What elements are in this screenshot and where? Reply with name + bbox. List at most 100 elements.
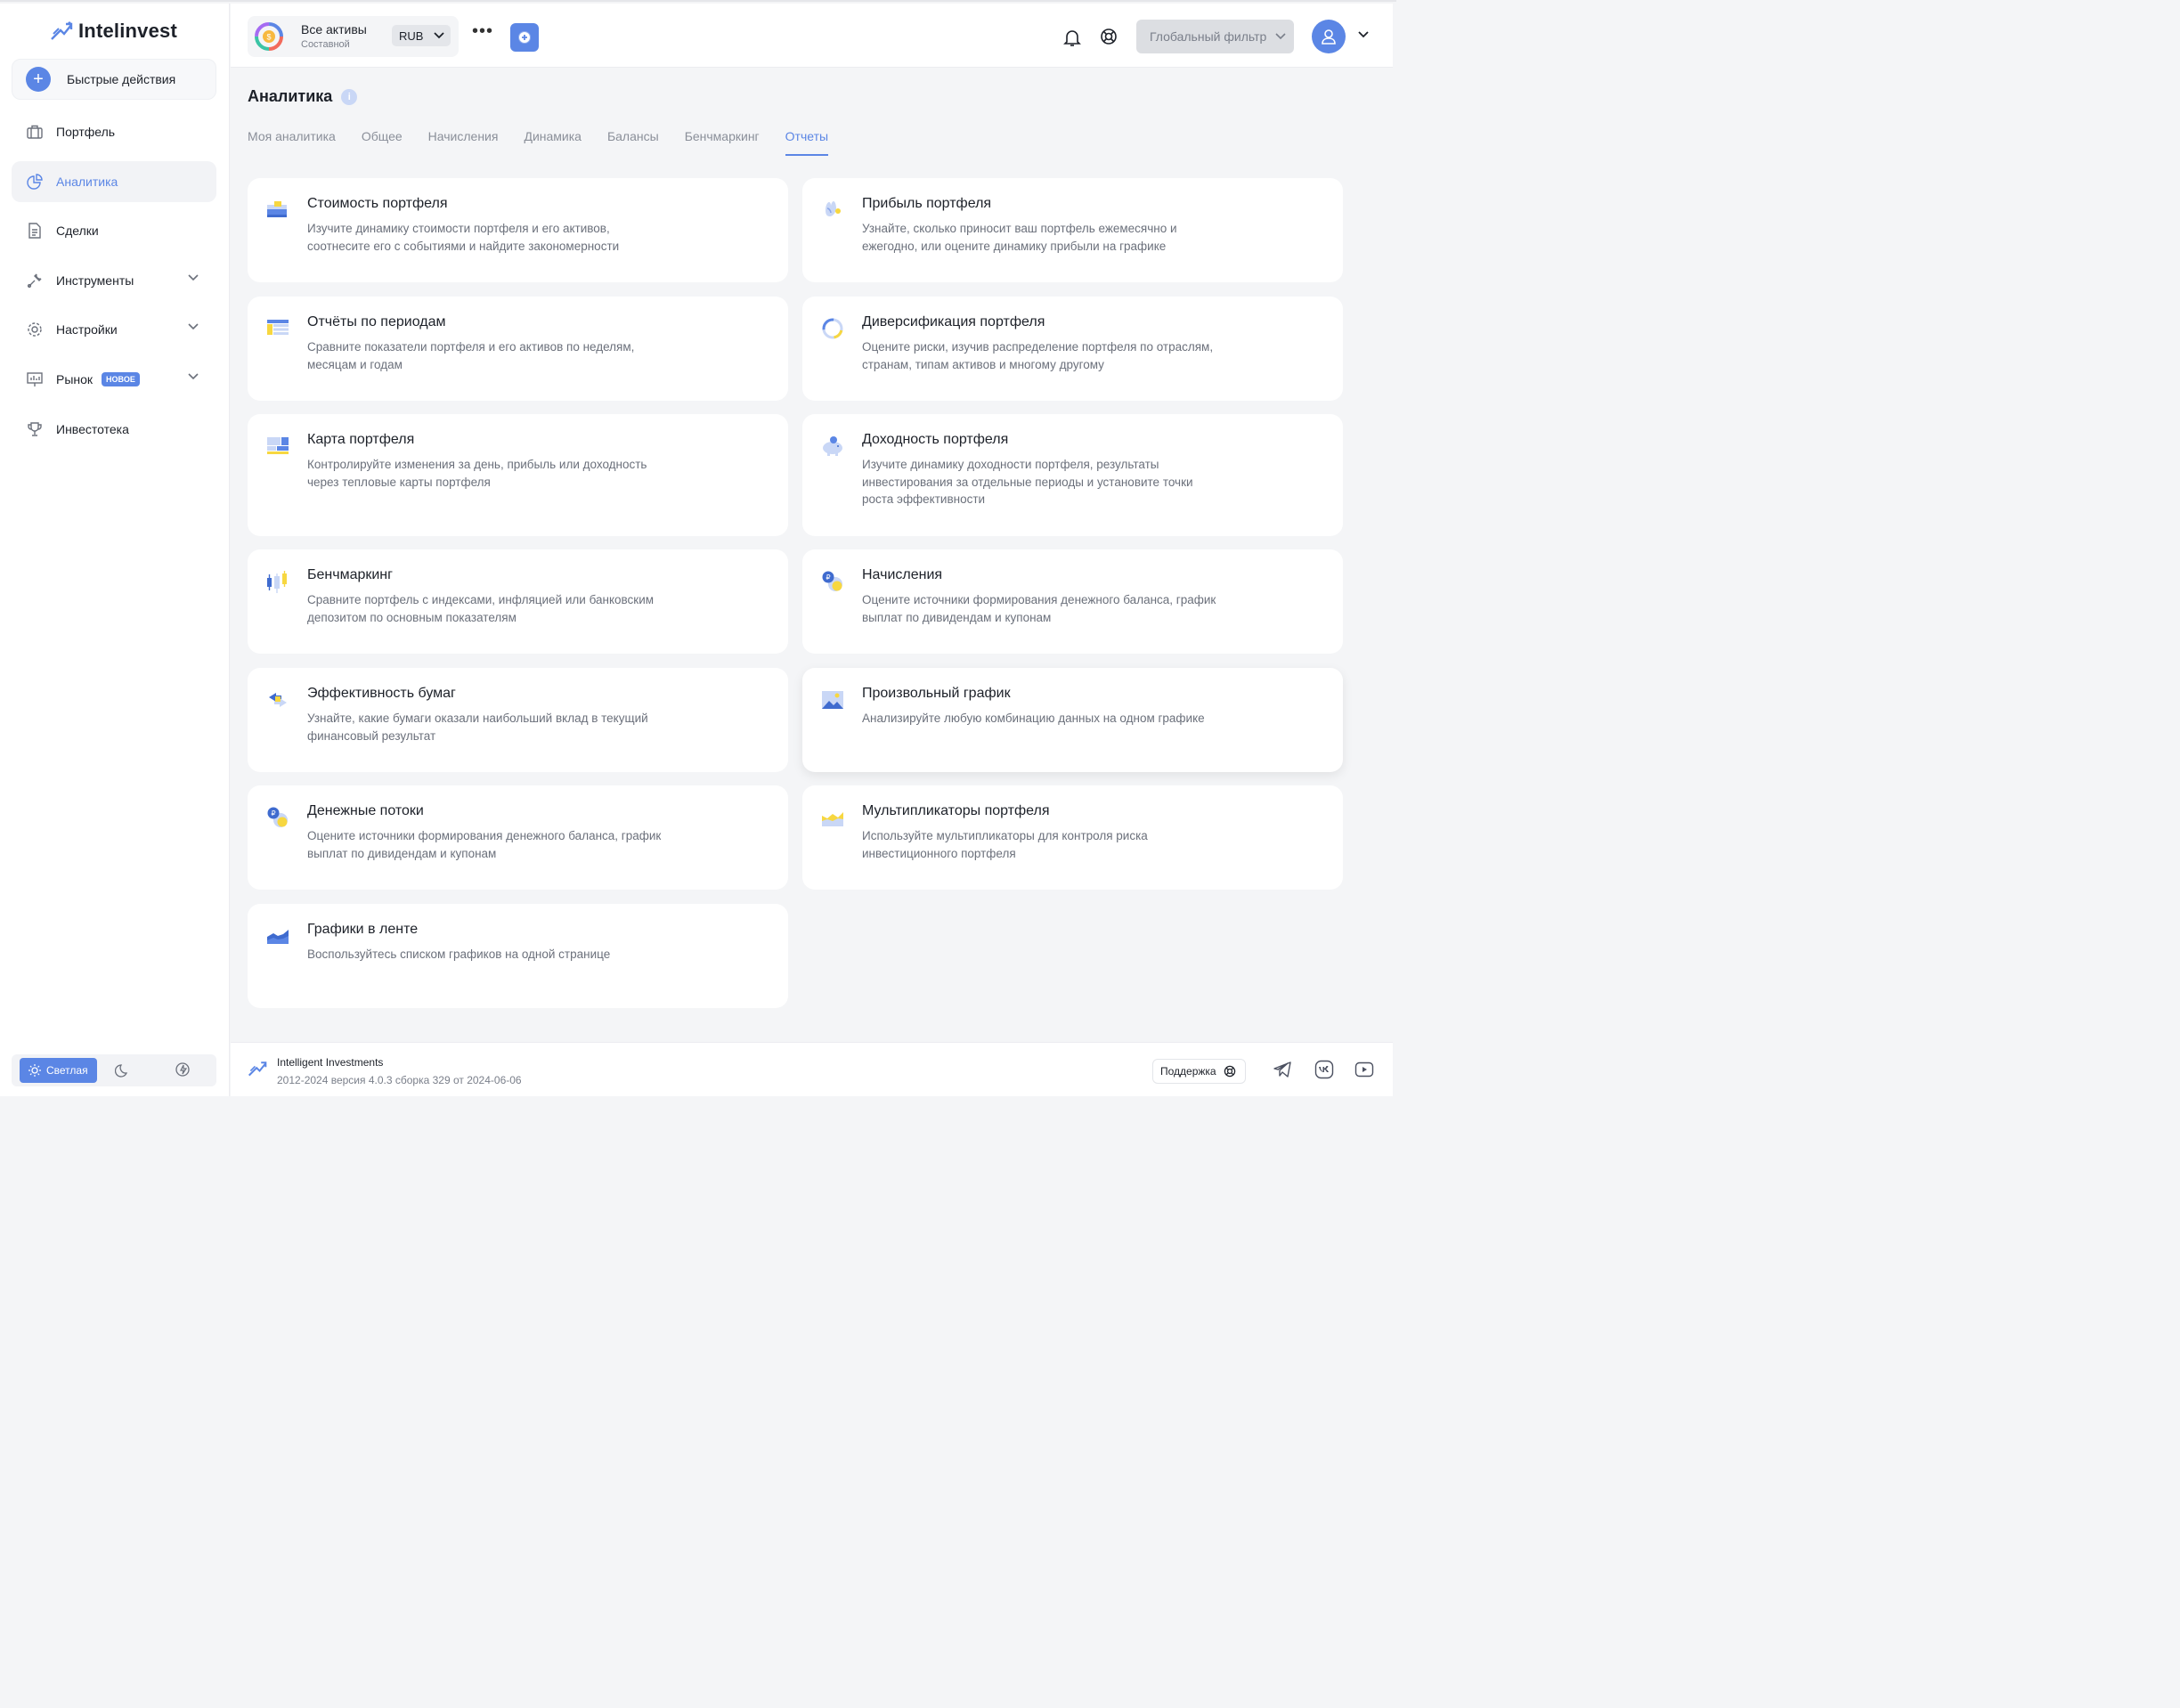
footer: Intelligent Investments 2012-2024 версия… (231, 1042, 1393, 1096)
card-title: Эффективность бумаг (307, 686, 456, 701)
card-description: Сравните портфель с индексами, инфляцией… (307, 593, 655, 624)
svg-text:₽: ₽ (271, 809, 275, 817)
tab-benchmarking[interactable]: Бенчмаркинг (685, 129, 760, 156)
new-badge: НОВОЕ (102, 371, 140, 386)
quick-actions-label: Быстрые действия (67, 72, 176, 86)
gear-icon (28, 322, 42, 338)
page-title: Аналитика i (248, 87, 358, 106)
theme-light-label: Светлая (46, 1064, 88, 1077)
coins-icon: ₽ (822, 571, 842, 591)
logo[interactable]: Intelinvest (50, 20, 177, 43)
sidebar-item-analytics[interactable]: Аналитика (12, 160, 216, 202)
vk-icon[interactable] (1314, 1060, 1334, 1079)
report-card-profitability[interactable]: Доходность портфеля Изучите динамику дох… (802, 414, 1343, 536)
card-title: Начисления (862, 567, 943, 582)
card-title: Мультипликаторы портфеля (862, 803, 1050, 818)
support-label: Поддержка (1160, 1065, 1216, 1078)
sidebar-item-label: Аналитика (56, 174, 118, 189)
card-description: Сравните показатели портфеля и его актив… (307, 340, 635, 371)
sidebar-nav: Портфель Аналитика Сделки Инструменты На… (12, 111, 216, 458)
sidebar-item-settings[interactable]: Настройки (12, 309, 216, 350)
chevron-down-icon[interactable] (1358, 31, 1369, 38)
svg-text:$: $ (266, 33, 271, 42)
sidebar-item-tools[interactable]: Инструменты (12, 260, 216, 301)
add-portfolio-button[interactable] (510, 23, 539, 52)
more-options-icon[interactable]: ••• (472, 22, 493, 40)
portfolio-selector[interactable]: $ Все активы Составной RUB (248, 16, 459, 57)
card-title: Бенчмаркинг (307, 567, 393, 582)
document-icon (28, 223, 41, 239)
theme-light-button[interactable]: Светлая (20, 1058, 97, 1083)
tab-general[interactable]: Общее (362, 129, 403, 156)
piggy-bank-icon (823, 436, 842, 456)
chevron-down-icon (1275, 33, 1286, 40)
telegram-icon[interactable] (1273, 1060, 1292, 1079)
report-card-securities-efficiency[interactable]: Эффективность бумаг Узнайте, какие бумаг… (248, 668, 788, 772)
sidebar-item-label: Инвестотека (56, 421, 129, 436)
card-title: Доходность портфеля (862, 432, 1009, 447)
exchange-icon (269, 693, 287, 707)
tab-balances[interactable]: Балансы (607, 129, 659, 156)
currency-select[interactable]: RUB (392, 25, 451, 46)
card-title: Прибыль портфеля (862, 196, 992, 211)
sidebar-item-label: Настройки (56, 322, 118, 338)
report-card-portfolio-value[interactable]: Стоимость портфеля Изучите динамику стои… (248, 178, 788, 282)
info-icon[interactable]: i (341, 88, 358, 105)
pie-chart-icon (27, 173, 43, 190)
plus-icon: + (26, 67, 51, 92)
lifebuoy-icon[interactable] (1100, 28, 1118, 45)
report-card-custom-chart[interactable]: Произвольный график Анализируйте любую к… (802, 668, 1343, 772)
card-description: Оцените источники формирования денежного… (862, 593, 1216, 624)
trophy-icon (28, 421, 42, 436)
report-card-periods[interactable]: Отчёты по периодам Сравните показатели п… (248, 297, 788, 401)
card-title: Отчёты по периодам (307, 314, 446, 329)
table-icon (267, 320, 289, 335)
youtube-icon[interactable] (1354, 1060, 1374, 1079)
report-card-multipliers[interactable]: Мультипликаторы портфеля Используйте мул… (802, 785, 1343, 890)
report-card-portfolio-map[interactable]: Карта портфеля Контролируйте изменения з… (248, 414, 788, 536)
chevron-down-icon (188, 274, 199, 281)
card-title: Графики в ленте (307, 922, 419, 937)
logo-icon (51, 21, 73, 40)
wallet-icon (267, 201, 287, 217)
portfolio-type: Составной (301, 39, 350, 50)
portfolio-name: Все активы (301, 22, 367, 37)
briefcase-icon (27, 125, 43, 139)
sidebar-item-trades[interactable]: Сделки (12, 210, 216, 251)
card-description: Воспользуйтесь списком графиков на одной… (307, 948, 611, 961)
card-title: Диверсификация портфеля (862, 314, 1045, 329)
card-description: Анализируйте любую комбинацию данных на … (862, 712, 1205, 725)
card-title: Стоимость портфеля (307, 196, 448, 211)
sidebar-item-label: Сделки (56, 224, 99, 239)
card-description: Узнайте, какие бумаги оказали наибольший… (307, 712, 648, 743)
tab-dynamics[interactable]: Динамика (524, 129, 581, 156)
tab-my-analytics[interactable]: Моя аналитика (248, 129, 336, 156)
card-description: Оцените риски, изучив распределение порт… (862, 340, 1214, 371)
tab-accruals[interactable]: Начисления (428, 129, 499, 156)
bell-icon[interactable] (1062, 28, 1082, 47)
avatar[interactable] (1312, 20, 1346, 53)
quick-actions-button[interactable]: + Быстрые действия (12, 59, 216, 100)
sidebar-item-market[interactable]: Рынок НОВОЕ (12, 359, 216, 400)
sidebar-item-label: Рынок (56, 371, 94, 386)
portfolio-ring-icon: $ (255, 22, 283, 51)
report-card-diversification[interactable]: Диверсификация портфеля Оцените риски, и… (802, 297, 1343, 401)
report-card-benchmarking[interactable]: Бенчмаркинг Сравните портфель с индексам… (248, 549, 788, 654)
tab-reports[interactable]: Отчеты (785, 129, 829, 156)
wrench-icon (27, 273, 42, 288)
heatmap-icon (267, 437, 289, 454)
report-card-portfolio-profit[interactable]: Прибыль портфеля Узнайте, сколько принос… (802, 178, 1343, 282)
report-card-accruals[interactable]: ₽ Начисления Оцените источники формирова… (802, 549, 1343, 654)
footer-version: 2012-2024 версия 4.0.3 сборка 329 от 202… (277, 1074, 522, 1086)
auto-theme-icon[interactable] (175, 1061, 192, 1079)
support-button[interactable]: Поддержка (1152, 1059, 1246, 1084)
sidebar-item-investoteka[interactable]: Инвестотека (12, 409, 216, 450)
chevron-down-icon (188, 373, 199, 380)
feed-chart-icon (267, 930, 289, 944)
global-filter-button[interactable]: Глобальный фильтр (1136, 20, 1294, 53)
report-card-cash-flows[interactable]: ₽ Денежные потоки Оцените источники форм… (248, 785, 788, 890)
moon-icon[interactable] (115, 1062, 131, 1078)
sidebar-item-portfolio[interactable]: Портфель (12, 111, 216, 152)
report-card-feed-charts[interactable]: Графики в ленте Воспользуйтесь списком г… (248, 904, 788, 1008)
image-chart-icon (822, 691, 843, 709)
